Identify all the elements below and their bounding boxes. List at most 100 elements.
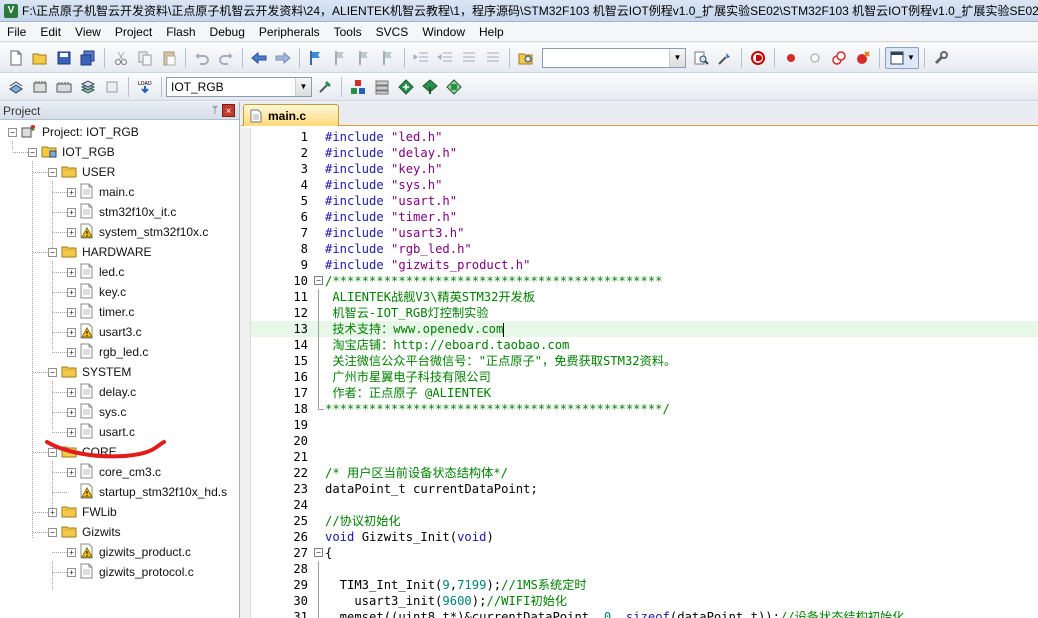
code-line[interactable]: 15 关注微信公众平台微信号："正点原子"，免费获取STM32资料。 xyxy=(251,353,1038,369)
expand-icon[interactable]: + xyxy=(67,267,76,277)
chevron-down-icon[interactable]: ▼ xyxy=(669,48,685,67)
open-file-icon[interactable] xyxy=(29,47,51,69)
code-line[interactable]: 10−/************************************… xyxy=(251,273,1038,289)
editor-gutter[interactable] xyxy=(241,128,251,618)
enable-breakpoint-icon[interactable] xyxy=(804,47,826,69)
code-line[interactable]: 5 #include "usart.h" xyxy=(251,193,1038,209)
tree-item-sys-c[interactable]: + sys.c xyxy=(67,402,126,422)
code-line[interactable]: 31 memset((uint8_t*)&currentDataPoint, 0… xyxy=(251,609,1038,618)
tree-item-core-cm3-c[interactable]: + core_cm3.c xyxy=(67,462,161,482)
uncomment-icon[interactable] xyxy=(482,47,504,69)
collapse-icon[interactable]: − xyxy=(8,127,17,137)
tree-item-iot-rgb[interactable]: − IOT_RGB xyxy=(28,142,115,162)
find-icon[interactable] xyxy=(690,47,712,69)
tree-item-gizwits-protocol-c[interactable]: + gizwits_protocol.c xyxy=(67,562,194,582)
menu-window[interactable]: Window xyxy=(415,22,472,42)
rebuild-icon[interactable] xyxy=(53,76,75,98)
code-line[interactable]: 26 void Gizwits_Init(void) xyxy=(251,529,1038,545)
tree-item-timer-c[interactable]: + timer.c xyxy=(67,302,134,322)
code-line[interactable]: 1 #include "led.h" xyxy=(251,129,1038,145)
find-in-files-icon[interactable] xyxy=(515,47,537,69)
select-software-packs-icon[interactable] xyxy=(371,76,393,98)
code-line[interactable]: 17 作者：正点原子 @ALIENTEK xyxy=(251,385,1038,401)
tree-item-main-c[interactable]: + main.c xyxy=(67,182,134,202)
expand-icon[interactable]: + xyxy=(67,327,76,337)
code-line[interactable]: 19 xyxy=(251,417,1038,433)
navigate-back-icon[interactable] xyxy=(248,47,270,69)
copy-icon[interactable] xyxy=(134,47,156,69)
target-select[interactable]: IOT_RGB ▼ xyxy=(166,76,312,97)
code-line[interactable]: 9 #include "gizwits_product.h" xyxy=(251,257,1038,273)
code-line[interactable]: 24 xyxy=(251,497,1038,513)
code-line[interactable]: 25 //协议初始化 xyxy=(251,513,1038,529)
expand-icon[interactable]: + xyxy=(67,347,76,357)
menu-help[interactable]: Help xyxy=(472,22,511,42)
tree-item-gizwits-product-c[interactable]: + gizwits_product.c xyxy=(67,542,191,562)
tree-item-system[interactable]: − SYSTEM xyxy=(48,362,131,382)
collapse-icon[interactable]: − xyxy=(48,447,57,457)
tree-item-gizwits[interactable]: − Gizwits xyxy=(48,522,121,542)
find-combo[interactable]: ▼ xyxy=(542,47,686,68)
comment-icon[interactable] xyxy=(458,47,480,69)
tree-item-core[interactable]: − CORE xyxy=(48,442,117,462)
code-line[interactable]: 14 淘宝店铺：http://eboard.taobao.com xyxy=(251,337,1038,353)
code-line[interactable]: 7 #include "usart3.h" xyxy=(251,225,1038,241)
redo-icon[interactable] xyxy=(215,47,237,69)
menu-edit[interactable]: Edit xyxy=(33,22,68,42)
code-line[interactable]: 2 #include "delay.h" xyxy=(251,145,1038,161)
code-line[interactable]: 30 usart3_init(9600);//WIFI初始化 xyxy=(251,593,1038,609)
code-editor[interactable]: 1 #include "led.h" 2 #include "delay.h" 3 #in… xyxy=(241,128,1038,618)
collapse-icon[interactable]: − xyxy=(48,527,57,537)
code-line[interactable]: 4 #include "sys.h" xyxy=(251,177,1038,193)
batch-build-icon[interactable] xyxy=(77,76,99,98)
expand-icon[interactable]: + xyxy=(67,467,76,477)
prev-bookmark-icon[interactable] xyxy=(329,47,351,69)
expand-icon[interactable]: + xyxy=(67,227,76,237)
expand-icon[interactable]: + xyxy=(67,407,76,417)
menu-svcs[interactable]: SVCS xyxy=(369,22,416,42)
collapse-icon[interactable]: − xyxy=(48,167,57,177)
expand-icon[interactable]: + xyxy=(67,567,76,577)
tree-item-rgb-led-c[interactable]: + rgb_led.c xyxy=(67,342,148,362)
code-line[interactable]: 22 /* 用户区当前设备状态结构体*/ xyxy=(251,465,1038,481)
code-line[interactable]: 27−{ xyxy=(251,545,1038,561)
target-options-icon[interactable] xyxy=(314,76,336,98)
incremental-find-icon[interactable] xyxy=(714,47,736,69)
code-line[interactable]: 18 **************************************… xyxy=(251,401,1038,417)
save-all-icon[interactable] xyxy=(77,47,99,69)
tree-item-key-c[interactable]: + key.c xyxy=(67,282,126,302)
disable-breakpoints-icon[interactable] xyxy=(828,47,850,69)
cut-icon[interactable] xyxy=(110,47,132,69)
next-bookmark-icon[interactable] xyxy=(353,47,375,69)
select-device-icon[interactable] xyxy=(443,76,465,98)
expand-icon[interactable]: + xyxy=(67,427,76,437)
tree-item-usart-c[interactable]: + usart.c xyxy=(67,422,135,442)
code-line[interactable]: 20 xyxy=(251,433,1038,449)
configure-icon[interactable] xyxy=(930,47,952,69)
build-icon[interactable] xyxy=(29,76,51,98)
code-line[interactable]: 16 广州市星翼电子科技有限公司 xyxy=(251,369,1038,385)
paste-icon[interactable] xyxy=(158,47,180,69)
expand-icon[interactable]: + xyxy=(67,287,76,297)
expand-icon[interactable]: + xyxy=(67,547,76,557)
expand-icon[interactable]: + xyxy=(67,187,76,197)
pin-icon[interactable]: ᛘ xyxy=(208,105,222,116)
tree-item-user[interactable]: − USER xyxy=(48,162,115,182)
new-file-icon[interactable] xyxy=(5,47,27,69)
menu-flash[interactable]: Flash xyxy=(159,22,202,42)
expand-icon[interactable]: + xyxy=(67,307,76,317)
tree-item-usart3-c[interactable]: + usart3.c xyxy=(67,322,142,342)
expand-icon[interactable]: + xyxy=(67,387,76,397)
save-icon[interactable] xyxy=(53,47,75,69)
tree-item-delay-c[interactable]: + delay.c xyxy=(67,382,136,402)
chevron-down-icon[interactable]: ▼ xyxy=(295,77,311,96)
menu-file[interactable]: File xyxy=(0,22,33,42)
undo-icon[interactable] xyxy=(191,47,213,69)
code-line[interactable]: 3 #include "key.h" xyxy=(251,161,1038,177)
code-line[interactable]: 21 xyxy=(251,449,1038,465)
debug-session-icon[interactable] xyxy=(747,47,769,69)
tab-main-c[interactable]: main.c xyxy=(243,104,339,126)
expand-icon[interactable]: + xyxy=(48,507,57,517)
tree-item-hardware[interactable]: − HARDWARE xyxy=(48,242,152,262)
insert-breakpoint-icon[interactable] xyxy=(780,47,802,69)
